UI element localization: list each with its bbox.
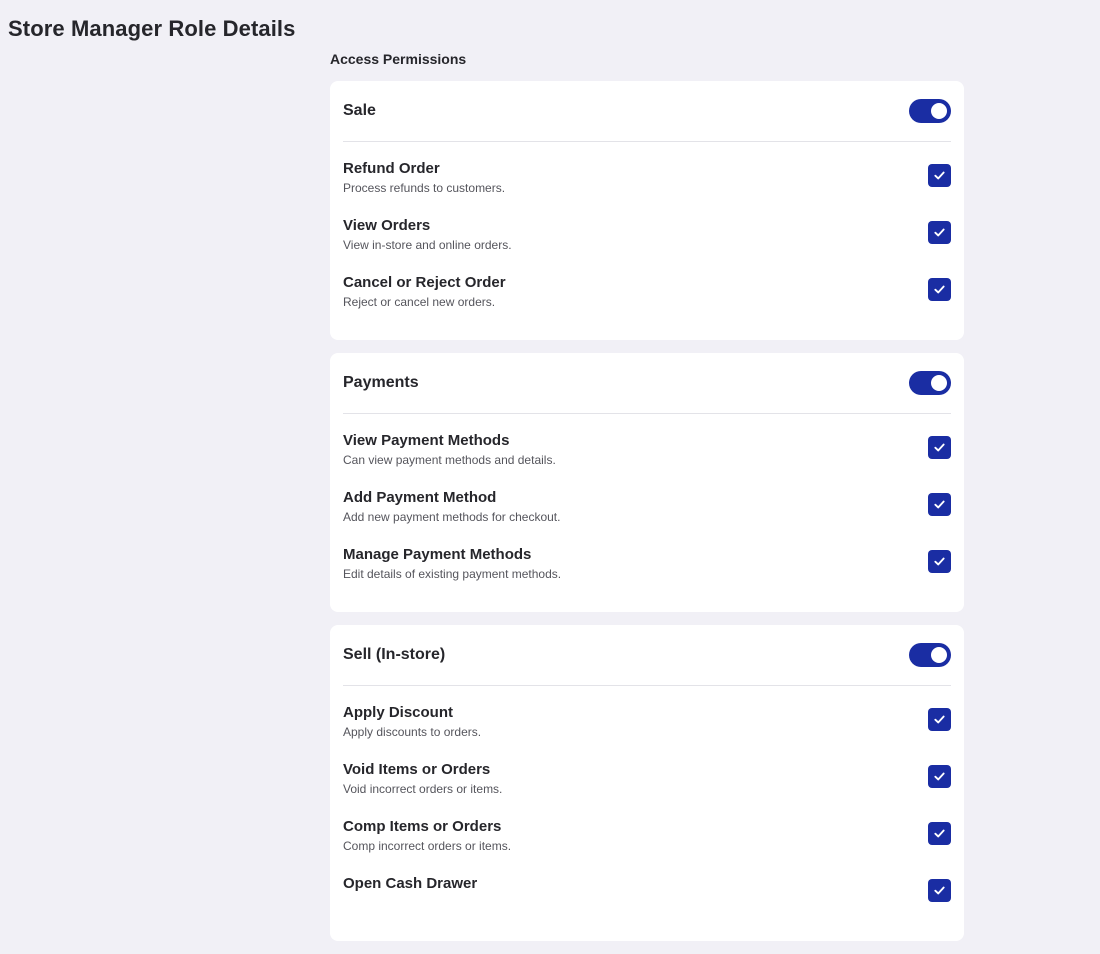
- permission-checkbox[interactable]: [928, 708, 951, 731]
- group-header: Sale: [343, 81, 951, 142]
- permission-description: Edit details of existing payment methods…: [343, 567, 562, 581]
- permission-row: Refund Order Process refunds to customers…: [343, 156, 951, 213]
- permission-description: Process refunds to customers.: [343, 181, 506, 195]
- group-toggle-sale[interactable]: [909, 99, 951, 123]
- toggle-knob: [931, 103, 947, 119]
- toggle-knob: [931, 647, 947, 663]
- permission-row: Void Items or Orders Void incorrect order…: [343, 757, 951, 814]
- group-title: Payments: [343, 374, 419, 391]
- permission-checkbox[interactable]: [928, 879, 951, 902]
- group-title: Sale: [343, 102, 376, 119]
- permission-group-sale: Sale Refund Order Process refunds to cust…: [330, 81, 964, 340]
- permission-title: Apply Discount: [343, 704, 454, 721]
- permission-checkbox[interactable]: [928, 278, 951, 301]
- permission-list: View Payment Methods Can view payment met…: [343, 414, 951, 612]
- permission-groups: Sale Refund Order Process refunds to cust…: [330, 81, 964, 954]
- permission-row: Manage Payment Methods Edit details of ex…: [343, 542, 951, 599]
- permission-title: Manage Payment Methods: [343, 546, 532, 563]
- check-icon: [934, 772, 945, 781]
- permission-list: Refund Order Process refunds to customers…: [343, 142, 951, 340]
- check-icon: [934, 500, 945, 509]
- permission-description: Void incorrect orders or items.: [343, 782, 503, 796]
- check-icon: [934, 443, 945, 452]
- permission-description: View in-store and online orders.: [343, 238, 512, 252]
- group-toggle-sell-in-store[interactable]: [909, 643, 951, 667]
- permission-row: Open Cash Drawer: [343, 871, 951, 928]
- permission-title: Void Items or Orders: [343, 761, 491, 778]
- permission-checkbox[interactable]: [928, 765, 951, 788]
- permission-checkbox[interactable]: [928, 164, 951, 187]
- permission-row: Apply Discount Apply discounts to orders.: [343, 700, 951, 757]
- permission-title: Open Cash Drawer: [343, 875, 478, 892]
- check-icon: [934, 228, 945, 237]
- permission-checkbox[interactable]: [928, 493, 951, 516]
- permission-checkbox[interactable]: [928, 436, 951, 459]
- permission-row: View Payment Methods Can view payment met…: [343, 428, 951, 485]
- group-header: Payments: [343, 353, 951, 414]
- permission-description: Add new payment methods for checkout.: [343, 510, 561, 524]
- group-header: Sell (In-store): [343, 625, 951, 686]
- permission-checkbox[interactable]: [928, 550, 951, 573]
- check-icon: [934, 829, 945, 838]
- toggle-knob: [931, 375, 947, 391]
- permission-checkbox[interactable]: [928, 822, 951, 845]
- permission-description: Apply discounts to orders.: [343, 725, 482, 739]
- check-icon: [934, 886, 945, 895]
- permission-title: Add Payment Method: [343, 489, 497, 506]
- permission-group-sell-in-store: Sell (In-store) Apply Discount Apply disc…: [330, 625, 964, 941]
- permission-title: Refund Order: [343, 160, 440, 177]
- permission-list: Apply Discount Apply discounts to orders.…: [343, 686, 951, 941]
- page-title: Store Manager Role Details: [8, 16, 296, 41]
- permission-row: Comp Items or Orders Comp incorrect order…: [343, 814, 951, 871]
- check-icon: [934, 715, 945, 724]
- permission-description: Comp incorrect orders or items.: [343, 839, 512, 853]
- permission-title: Cancel or Reject Order: [343, 274, 506, 291]
- check-icon: [934, 285, 945, 294]
- permission-description: Can view payment methods and details.: [343, 453, 556, 467]
- permission-title: Comp Items or Orders: [343, 818, 502, 835]
- permission-row: Add Payment Method Add new payment method…: [343, 485, 951, 542]
- permission-row: View Orders View in-store and online orde…: [343, 213, 951, 270]
- permission-title: View Orders: [343, 217, 431, 234]
- permission-checkbox[interactable]: [928, 221, 951, 244]
- permission-row: Cancel or Reject Order Reject or cancel n…: [343, 270, 951, 327]
- check-icon: [934, 557, 945, 566]
- check-icon: [934, 171, 945, 180]
- access-permissions-label: Access Permissions: [330, 51, 467, 67]
- group-title: Sell (In-store): [343, 646, 446, 663]
- permission-group-payments: Payments View Payment Methods Can view pa…: [330, 353, 964, 612]
- group-toggle-payments[interactable]: [909, 371, 951, 395]
- permission-title: View Payment Methods: [343, 432, 510, 449]
- permission-description: Reject or cancel new orders.: [343, 295, 496, 309]
